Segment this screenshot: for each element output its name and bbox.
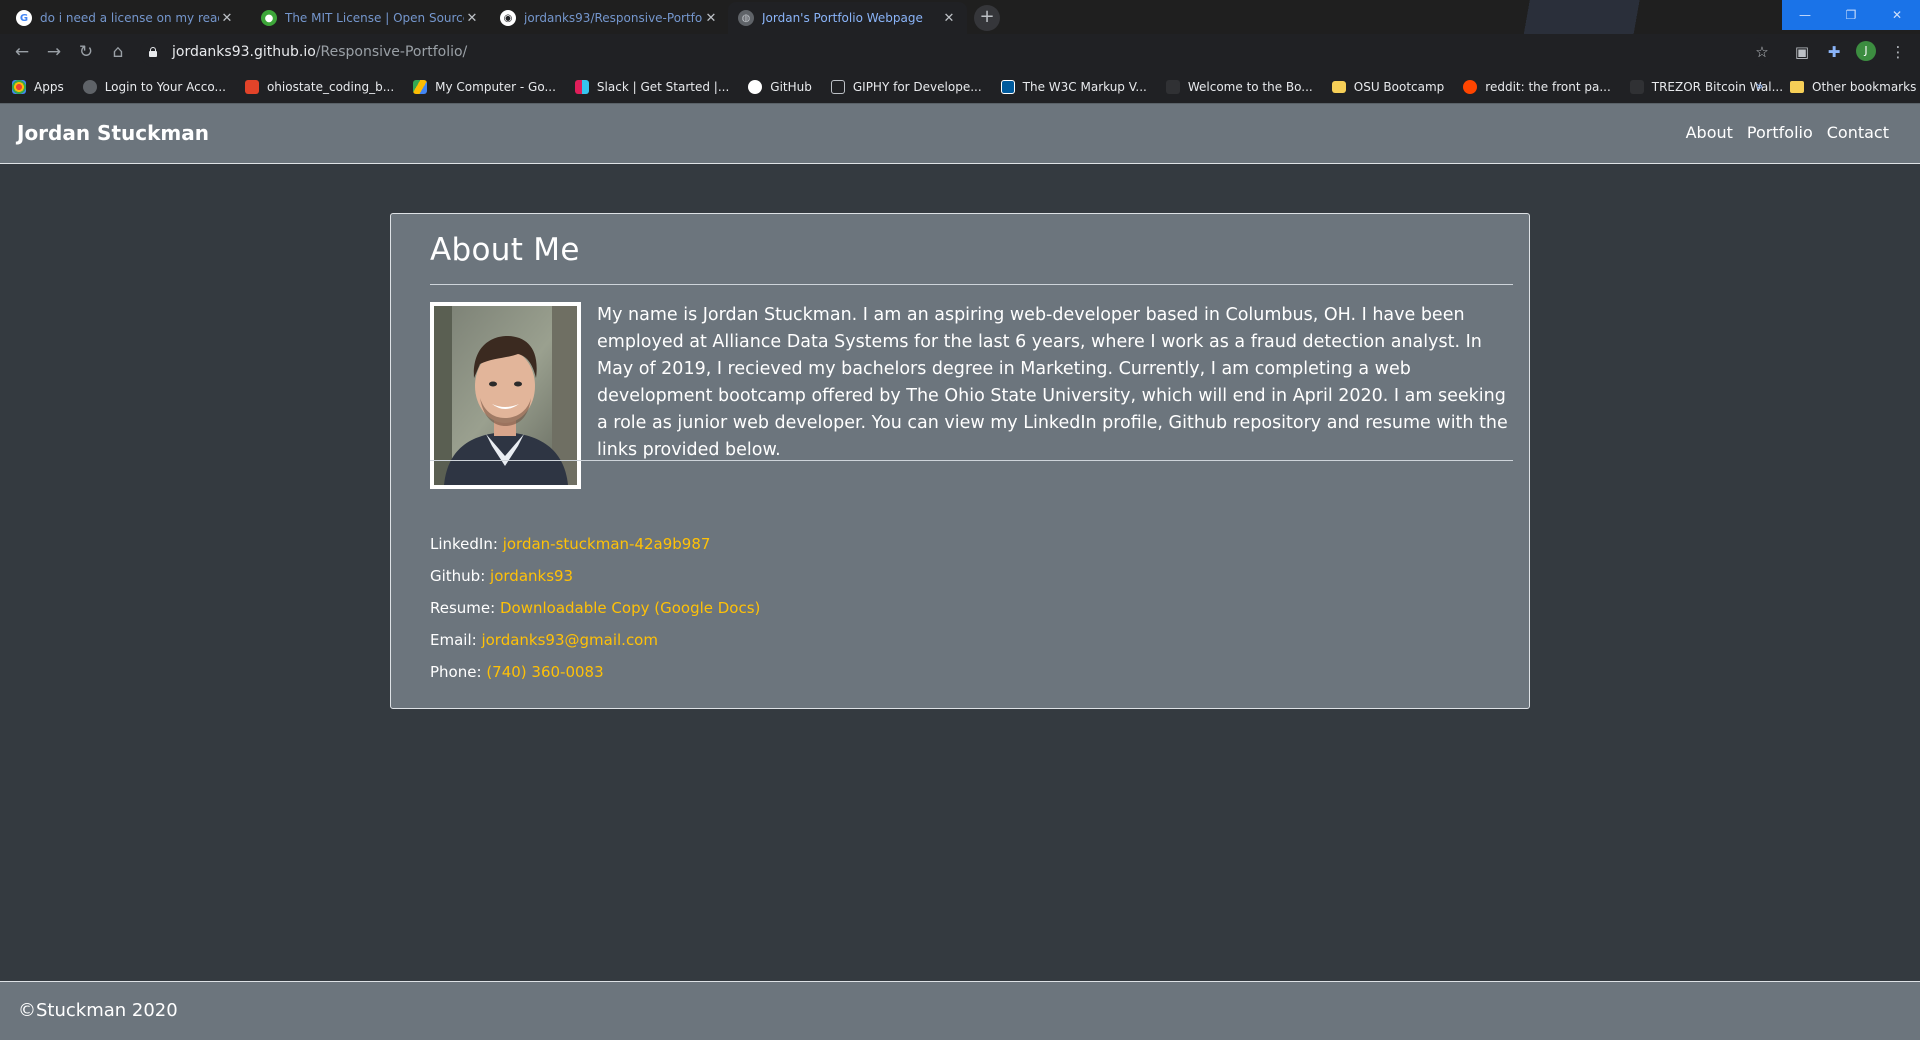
bookmark-osu-bootcamp[interactable]: OSU Bootcamp: [1331, 80, 1444, 94]
nav-link-about[interactable]: About: [1679, 123, 1740, 142]
close-tab-icon[interactable]: ✕: [703, 11, 719, 26]
forward-arrow-icon[interactable]: →: [42, 40, 66, 64]
minimize-button[interactable]: —: [1782, 0, 1828, 30]
url-path: /Responsive-Portfolio/: [315, 44, 468, 60]
reload-icon[interactable]: ↻: [74, 40, 98, 64]
profile-avatar[interactable]: J: [1856, 41, 1876, 61]
browser-chrome: G do i need a license on my readme ✕ ● T…: [0, 0, 1920, 103]
tab-google-search[interactable]: G do i need a license on my readme ✕: [6, 2, 245, 34]
new-tab-button[interactable]: +: [974, 5, 1000, 31]
bookmark-welcome[interactable]: Welcome to the Bo...: [1165, 79, 1313, 94]
close-tab-icon[interactable]: ✕: [464, 11, 480, 26]
nav-link-portfolio[interactable]: Portfolio: [1740, 123, 1820, 142]
bookmark-giphy[interactable]: GIPHY for Develope...: [830, 79, 982, 94]
globe-icon: ◍: [738, 10, 754, 26]
browser-toolbar: ← → ↻ ⌂ jordanks93.github.io/Responsive-…: [0, 34, 1920, 70]
menu-kebab-icon[interactable]: ⋮: [1888, 42, 1908, 62]
osi-icon: ●: [261, 10, 277, 26]
apps-grid-icon: [12, 79, 26, 94]
slack-icon: [574, 79, 589, 94]
contact-resume: Resume: Downloadable Copy (Google Docs): [430, 599, 761, 617]
folder-icon: [1331, 80, 1346, 93]
bookmark-github[interactable]: GitHub: [748, 79, 812, 94]
divider: [430, 284, 1513, 285]
tab-title: do i need a license on my readme: [40, 11, 219, 25]
contact-email: Email: jordanks93@gmail.com: [430, 631, 658, 649]
bookmark-w3c[interactable]: The W3C Markup V...: [1000, 79, 1147, 94]
folder-icon: [1790, 80, 1804, 93]
copyright-text: ©Stuckman 2020: [18, 1000, 178, 1021]
contact-github: Github: jordanks93: [430, 567, 574, 585]
bookmarks-bar: Apps Login to Your Acco... ohiostate_cod…: [0, 70, 1920, 103]
contact-list: LinkedIn: jordan-stuckman-42a9b987 Githu…: [430, 534, 760, 694]
bio-text: My name is Jordan Stuckman. I am an aspi…: [597, 305, 1508, 460]
about-card: About Me My name is Jordan Stuckman. I a…: [390, 213, 1530, 709]
profile-photo-image: [434, 306, 577, 485]
github-icon: ◉: [500, 10, 516, 26]
nav-link-contact[interactable]: Contact: [1820, 123, 1896, 142]
bookmark-slack[interactable]: Slack | Get Started |...: [574, 79, 729, 94]
brand-name[interactable]: Jordan Stuckman: [17, 121, 209, 145]
page-title: About Me: [430, 232, 580, 268]
close-window-button[interactable]: ✕: [1874, 0, 1920, 30]
tab-title: Jordan's Portfolio Webpage: [762, 11, 923, 25]
back-arrow-icon[interactable]: ←: [10, 40, 34, 64]
close-tab-icon[interactable]: ✕: [941, 11, 957, 26]
google-icon: G: [16, 10, 32, 26]
extension-icon[interactable]: ▣: [1792, 42, 1812, 62]
gitlab-icon: [244, 79, 259, 94]
tab-github-repo[interactable]: ◉ jordanks93/Responsive-Portfolio ✕: [490, 2, 729, 34]
bookmark-login[interactable]: Login to Your Acco...: [82, 79, 226, 94]
home-icon[interactable]: ⌂: [106, 40, 130, 64]
tab-title: jordanks93/Responsive-Portfolio: [524, 11, 703, 25]
tab-strip: G do i need a license on my readme ✕ ● T…: [0, 0, 1920, 34]
more-bookmarks-chevron-icon[interactable]: »: [1756, 79, 1763, 93]
github-link[interactable]: jordanks93: [490, 567, 573, 585]
linkedin-link[interactable]: jordan-stuckman-42a9b987: [503, 535, 711, 553]
email-link[interactable]: jordanks93@gmail.com: [481, 631, 658, 649]
github-icon: [748, 79, 763, 94]
close-tab-icon[interactable]: ✕: [219, 11, 235, 26]
restore-button[interactable]: ❐: [1828, 0, 1874, 30]
bookmark-gitlab[interactable]: ohiostate_coding_b...: [244, 79, 394, 94]
phone-link[interactable]: (740) 360-0083: [486, 663, 603, 681]
page-dark-icon: [1165, 79, 1180, 94]
star-icon[interactable]: ☆: [1752, 42, 1772, 62]
divider: [430, 460, 1513, 461]
tab-portfolio[interactable]: ◍ Jordan's Portfolio Webpage ✕: [728, 2, 967, 34]
bookmark-google-drive[interactable]: My Computer - Go...: [413, 79, 556, 94]
trezor-icon: [1629, 79, 1644, 94]
tab-title: The MIT License | Open Source Initiative: [285, 11, 464, 25]
other-bookmarks[interactable]: Other bookmarks: [1790, 70, 1916, 103]
bookmark-reddit[interactable]: reddit: the front pa...: [1463, 79, 1611, 94]
contact-phone: Phone: (740) 360-0083: [430, 663, 604, 681]
reddit-icon: [1463, 79, 1478, 94]
url-host: jordanks93.github.io: [172, 44, 316, 60]
resume-link[interactable]: Downloadable Copy (Google Docs): [500, 599, 760, 617]
address-bar[interactable]: jordanks93.github.io/Responsive-Portfoli…: [140, 38, 1770, 66]
nav-links: About Portfolio Contact: [1679, 123, 1896, 142]
lock-icon: [148, 47, 158, 57]
site-footer: ©Stuckman 2020: [0, 981, 1920, 1040]
w3c-icon: [1000, 79, 1015, 94]
page-icon: [830, 79, 845, 94]
bookmark-apps[interactable]: Apps: [12, 79, 64, 94]
tab-mit-license[interactable]: ● The MIT License | Open Source Initiati…: [251, 2, 490, 34]
puzzle-icon[interactable]: ✚: [1824, 42, 1844, 62]
google-drive-icon: [413, 79, 428, 94]
login-icon: [82, 79, 97, 94]
site-navbar: Jordan Stuckman About Portfolio Contact: [0, 103, 1920, 164]
contact-linkedin: LinkedIn: jordan-stuckman-42a9b987: [430, 535, 711, 553]
